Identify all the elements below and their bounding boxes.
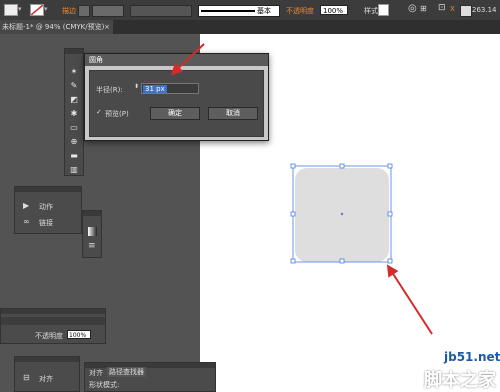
play-icon[interactable]: ▶ — [23, 201, 29, 210]
tab-pathfinder[interactable]: 路径查找器 — [107, 367, 146, 377]
align-label[interactable]: 对齐 — [39, 374, 53, 384]
stroke-profile-label: 基本 — [257, 7, 271, 15]
panel-header[interactable] — [1, 309, 105, 314]
menu-lines-icon[interactable]: ≡ — [88, 241, 96, 251]
shear-tool-icon[interactable]: ✱ — [67, 109, 81, 119]
tools-panel: ✶ ✎ ◩ ✱ ▭ ⊕ ▬ ▥ — [64, 48, 84, 176]
scale-tool-icon[interactable]: ◩ — [67, 95, 81, 105]
reflect-tool-icon[interactable]: ✎ — [67, 81, 81, 91]
rotate-tool-icon[interactable]: ✶ — [67, 67, 81, 77]
chart-tool-icon[interactable]: ▥ — [67, 165, 81, 175]
center-point — [340, 212, 344, 216]
pathfinder-panel: 对齐 路径查找器 形状模式: — [84, 362, 216, 392]
transparency-panel: 不透明度 100% — [0, 308, 106, 344]
panel-header[interactable] — [15, 187, 81, 192]
variable-width-dropdown[interactable] — [130, 5, 192, 17]
rounded-rect-selection[interactable] — [288, 162, 396, 268]
shape-modes-label: 形状模式: — [89, 381, 120, 389]
transparency-opacity-field[interactable]: 100% — [67, 330, 91, 339]
stroke-swatch[interactable] — [30, 4, 44, 16]
links-label[interactable]: 链接 — [39, 218, 53, 228]
gradient-icon[interactable] — [88, 227, 97, 236]
radius-input[interactable]: 31 px — [141, 83, 199, 94]
dialog-body: 半径(R): ⬍ 31 px ✓ 预览(P) 确定 取消 — [89, 70, 264, 137]
watermark-url: jb51.net — [444, 350, 500, 364]
stroke-weight-field[interactable] — [92, 5, 124, 17]
panel-tab-strip — [1, 317, 105, 325]
align-icon[interactable]: ⊟ — [23, 373, 30, 382]
close-icon[interactable]: × — [104, 20, 110, 34]
reshape-tool-icon[interactable]: ▭ — [67, 123, 81, 133]
transform-icon[interactable]: ⊡ — [438, 3, 446, 13]
graph-tool-icon[interactable]: ▬ — [67, 151, 81, 161]
width-value[interactable]: 263.14 — [472, 6, 497, 14]
stroke-label[interactable]: 描边 — [62, 6, 76, 16]
ok-button[interactable]: 确定 — [150, 107, 200, 120]
symbol-tool-icon[interactable]: ⊕ — [67, 137, 81, 147]
dialog-title[interactable]: 圆角 — [85, 54, 268, 66]
chevron-down-icon[interactable]: ▾ — [44, 5, 48, 13]
opacity-field[interactable]: 100% — [320, 5, 348, 15]
reference-point-icon[interactable] — [460, 5, 472, 17]
no-stroke-icon — [30, 4, 44, 16]
gradient-panel: ≡ — [82, 210, 102, 258]
transparency-opacity-label: 不透明度 — [35, 332, 63, 340]
link-icon[interactable]: ∞ — [23, 217, 30, 226]
round-corners-dialog: 圆角 半径(R): ⬍ 31 px ✓ 预览(P) 确定 取消 — [84, 53, 269, 141]
align-grid-icon[interactable]: ⊞ — [420, 4, 427, 13]
style-label: 样式 — [364, 7, 378, 15]
panel-header[interactable] — [15, 357, 79, 362]
radius-value: 31 px — [143, 85, 167, 93]
align-panel: ⊟ 对齐 — [14, 356, 80, 392]
style-swatch[interactable] — [378, 4, 389, 16]
stroke-profile-dropdown[interactable]: 基本 — [198, 5, 280, 17]
stroke-line-preview — [201, 10, 255, 12]
fill-swatch[interactable] — [4, 4, 18, 16]
opacity-label[interactable]: 不透明度 — [286, 6, 314, 16]
actions-links-panel: ▶ 动作 ∞ 链接 — [14, 186, 82, 234]
stepper-icon[interactable]: ⬍ — [134, 83, 139, 90]
stroke-weight-stepper[interactable] — [78, 5, 90, 17]
radius-label: 半径(R): — [96, 86, 123, 94]
checkmark-icon[interactable]: ✓ — [96, 108, 102, 116]
document-tab-title: 未标题-1* @ 94% (CMYK/预览) — [2, 23, 105, 31]
panel-header[interactable] — [85, 363, 215, 368]
recolor-icon[interactable]: ◎ — [408, 3, 417, 14]
preview-label[interactable]: 预览(P) — [105, 109, 129, 119]
cancel-button[interactable]: 取消 — [208, 107, 258, 120]
x-label: X — [450, 5, 455, 13]
panel-header[interactable] — [65, 49, 83, 54]
chevron-down-icon[interactable]: ▾ — [18, 5, 22, 13]
panel-header[interactable] — [83, 211, 101, 216]
watermark-site-name: 脚本之家 — [424, 370, 496, 391]
tab-align[interactable]: 对齐 — [89, 368, 103, 378]
document-tab[interactable]: 未标题-1* @ 94% (CMYK/预览) × — [0, 20, 113, 34]
actions-label[interactable]: 动作 — [39, 202, 53, 212]
